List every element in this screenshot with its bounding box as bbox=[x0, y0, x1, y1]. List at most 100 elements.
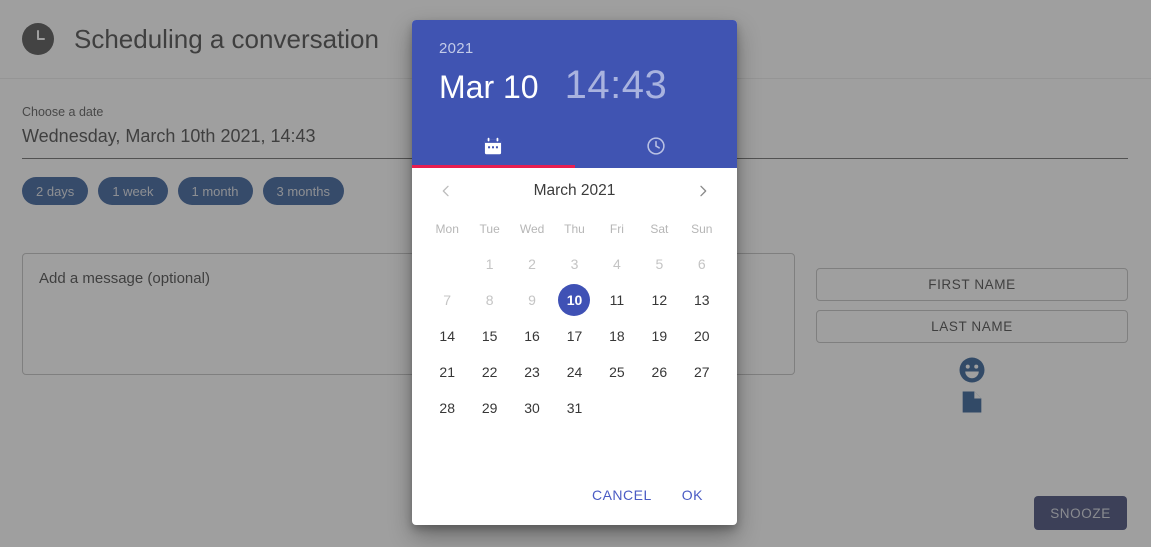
calendar-day-label: 27 bbox=[693, 364, 710, 380]
calendar-day-label: 9 bbox=[528, 292, 536, 308]
calendar-day-label: 2 bbox=[528, 256, 536, 272]
calendar-day-label: 3 bbox=[570, 256, 579, 272]
calendar-day-label: 14 bbox=[439, 328, 455, 344]
calendar-day-label: 5 bbox=[655, 256, 664, 272]
clock-icon bbox=[647, 136, 665, 155]
calendar-day-label: 28 bbox=[439, 400, 455, 416]
weekday-wed: Wed bbox=[519, 222, 545, 236]
weekday-sat: Sat bbox=[650, 222, 669, 236]
picker-selected-date[interactable]: Mar 10 bbox=[439, 69, 539, 106]
chevron-right-icon bbox=[700, 185, 707, 197]
calendar-day-label: 6 bbox=[697, 256, 706, 272]
calendar-day-17[interactable]: 17 bbox=[553, 318, 595, 354]
calendar-day-empty bbox=[681, 390, 723, 426]
weekday-thu: Thu bbox=[564, 222, 585, 236]
calendar-day-label: 1 bbox=[485, 256, 494, 272]
picker-headline: Mar 10 14:43 bbox=[439, 63, 710, 108]
calendar-day-label: 10 bbox=[558, 284, 591, 316]
calendar-day-label: 21 bbox=[439, 364, 455, 380]
calendar-day-label: 19 bbox=[651, 328, 668, 344]
calendar-day-27[interactable]: 27 bbox=[681, 354, 723, 390]
calendar-day-label: 8 bbox=[485, 292, 494, 308]
calendar-day-13[interactable]: 13 bbox=[681, 282, 723, 318]
calendar-day-label: 31 bbox=[566, 400, 583, 416]
calendar-week-row: 7 8 9 10 11 12 13 bbox=[426, 282, 723, 318]
calendar-day-empty bbox=[596, 390, 638, 426]
calendar-nav: March 2021 bbox=[426, 168, 723, 214]
calendar-day-21[interactable]: 21 bbox=[426, 354, 468, 390]
calendar-day-label: 18 bbox=[609, 328, 625, 344]
calendar-day-label: 24 bbox=[566, 364, 583, 380]
calendar-week-row: 28 29 30 31 bbox=[426, 390, 723, 426]
calendar-day-label: 30 bbox=[524, 400, 540, 416]
calendar-day-label: 11 bbox=[609, 292, 625, 308]
weekday-sun: Sun bbox=[691, 222, 713, 236]
prev-month-button[interactable] bbox=[434, 179, 458, 203]
calendar-day-3: 3 bbox=[553, 246, 595, 282]
calendar-day-label: 17 bbox=[566, 328, 583, 344]
calendar-icon bbox=[485, 137, 502, 154]
calendar-day-31[interactable]: 31 bbox=[553, 390, 595, 426]
calendar-month-label: March 2021 bbox=[533, 182, 616, 199]
calendar-day-label: 4 bbox=[613, 256, 621, 272]
next-month-button[interactable] bbox=[691, 179, 715, 203]
calendar-grid: 1 2 3 4 5 6 7 8 9 10 11 12 13 14 15 16 17 18 19 20 21 22 23 24 2… bbox=[426, 246, 723, 426]
calendar-day-10[interactable]: 10 bbox=[553, 282, 595, 318]
weekday-tue: Tue bbox=[479, 222, 500, 236]
calendar-week-row: 21 22 23 24 25 26 27 bbox=[426, 354, 723, 390]
cancel-button[interactable]: CANCEL bbox=[582, 479, 662, 511]
calendar-day-7: 7 bbox=[426, 282, 468, 318]
calendar-day-12[interactable]: 12 bbox=[638, 282, 680, 318]
calendar-day-6: 6 bbox=[681, 246, 723, 282]
tab-calendar[interactable] bbox=[412, 123, 575, 168]
picker-actions: CANCEL OK bbox=[426, 479, 723, 525]
picker-year[interactable]: 2021 bbox=[439, 40, 710, 57]
calendar-day-empty bbox=[638, 390, 680, 426]
calendar-week-row: 14 15 16 17 18 19 20 bbox=[426, 318, 723, 354]
ok-button[interactable]: OK bbox=[672, 479, 713, 511]
calendar-day-22[interactable]: 22 bbox=[468, 354, 510, 390]
calendar-week-row: 1 2 3 4 5 6 bbox=[426, 246, 723, 282]
picker-tabs bbox=[412, 123, 737, 168]
weekday-mon: Mon bbox=[435, 222, 459, 236]
calendar-day-label: 12 bbox=[651, 292, 668, 308]
calendar-day-label: 13 bbox=[693, 292, 710, 308]
calendar-day-26[interactable]: 26 bbox=[638, 354, 680, 390]
calendar-day-9: 9 bbox=[511, 282, 553, 318]
calendar-day-empty bbox=[426, 246, 468, 282]
calendar-day-4: 4 bbox=[596, 246, 638, 282]
calendar-day-14[interactable]: 14 bbox=[426, 318, 468, 354]
calendar-day-5: 5 bbox=[638, 246, 680, 282]
calendar-day-16[interactable]: 16 bbox=[511, 318, 553, 354]
calendar-day-30[interactable]: 30 bbox=[511, 390, 553, 426]
calendar-day-8: 8 bbox=[468, 282, 510, 318]
calendar-day-label: 20 bbox=[693, 328, 710, 344]
calendar-day-2: 2 bbox=[511, 246, 553, 282]
calendar-day-15[interactable]: 15 bbox=[468, 318, 510, 354]
weekday-header: Mon Tue Wed Thu Fri Sat Sun bbox=[426, 214, 723, 246]
calendar-day-label: 23 bbox=[524, 364, 540, 380]
calendar-day-29[interactable]: 29 bbox=[468, 390, 510, 426]
calendar-day-24[interactable]: 24 bbox=[553, 354, 595, 390]
calendar-day-label: 29 bbox=[481, 400, 498, 416]
calendar-day-label: 25 bbox=[609, 364, 625, 380]
calendar-day-label: 15 bbox=[481, 328, 498, 344]
calendar-day-label: 16 bbox=[524, 328, 540, 344]
calendar-day-20[interactable]: 20 bbox=[681, 318, 723, 354]
calendar-day-25[interactable]: 25 bbox=[596, 354, 638, 390]
calendar-day-label: 7 bbox=[443, 292, 452, 308]
picker-header: 2021 Mar 10 14:43 bbox=[412, 20, 737, 168]
datetime-picker-dialog: 2021 Mar 10 14:43 March 2021 Mon Tue Wed… bbox=[412, 20, 737, 525]
chevron-left-icon bbox=[442, 185, 449, 197]
tab-clock[interactable] bbox=[575, 123, 738, 168]
calendar-day-28[interactable]: 28 bbox=[426, 390, 468, 426]
picker-selected-time[interactable]: 14:43 bbox=[565, 63, 668, 108]
calendar-day-19[interactable]: 19 bbox=[638, 318, 680, 354]
calendar-day-label: 22 bbox=[481, 364, 498, 380]
calendar-day-11[interactable]: 11 bbox=[596, 282, 638, 318]
calendar-day-18[interactable]: 18 bbox=[596, 318, 638, 354]
calendar-day-23[interactable]: 23 bbox=[511, 354, 553, 390]
calendar-day-label: 26 bbox=[651, 364, 668, 380]
calendar-panel: March 2021 Mon Tue Wed Thu Fri Sat Sun 1… bbox=[412, 168, 737, 525]
calendar-day-1: 1 bbox=[468, 246, 510, 282]
